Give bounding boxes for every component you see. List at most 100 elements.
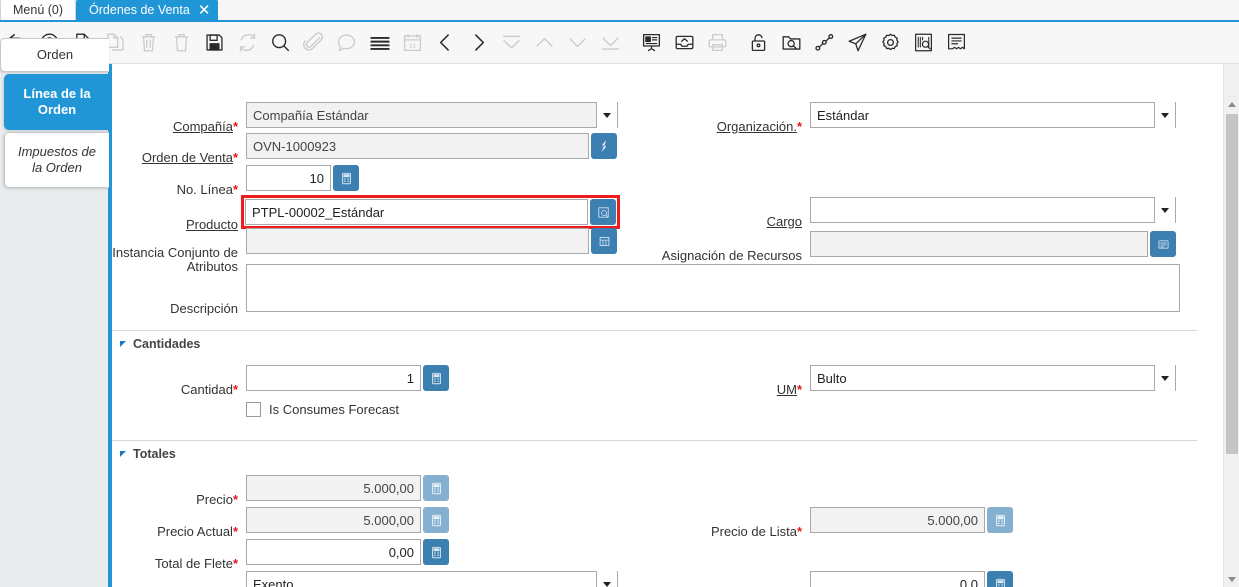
asignacion-de-recursos-input[interactable] <box>810 231 1148 257</box>
producto-input[interactable]: PTPL-00002_Estándar <box>245 199 588 225</box>
cantidad-label: Cantidad* <box>180 381 238 397</box>
calculator-icon[interactable] <box>423 365 449 391</box>
precio-de-lista-input[interactable]: 5.000,00 <box>810 507 985 533</box>
organizacion-label: Organización.* <box>716 118 802 134</box>
prev-record-icon[interactable] <box>429 26 462 60</box>
field-row-descripcion: Descripción <box>112 264 1212 316</box>
product-lookup-icon[interactable] <box>590 199 616 225</box>
zoom-across-icon[interactable] <box>775 26 808 60</box>
calculator-icon[interactable] <box>987 571 1013 587</box>
asignacion-de-recursos-label: Asignación de Recursos <box>661 247 802 263</box>
window-tab-bar: Menú (0) Órdenes de Venta ✕ <box>0 0 1239 22</box>
sidebar-item-impuestos-de-la-orden-label: Impuestos de la Orden <box>17 143 97 175</box>
producto-label: Producto <box>185 216 238 232</box>
field-row-total-de-flete: Total de Flete* 0,00 <box>112 539 642 571</box>
precio-label: Precio* <box>196 491 238 507</box>
chat-icon <box>330 26 363 60</box>
section-divider-cantidades <box>112 330 1197 331</box>
preference-icon[interactable] <box>874 26 907 60</box>
field-row-no-linea: No. Línea* 10 <box>112 165 642 197</box>
precio-input[interactable]: 5.000,00 <box>246 475 421 501</box>
descuento-input[interactable]: 0,0 <box>810 571 985 587</box>
descuento-value: 0,0 <box>959 576 978 587</box>
tab-ordenes-de-venta[interactable]: Órdenes de Venta ✕ <box>76 0 219 20</box>
zoom-record-icon[interactable] <box>591 133 617 159</box>
sidebar-item-orden[interactable]: Orden <box>0 38 109 72</box>
scroll-up-icon[interactable] <box>1224 96 1239 112</box>
no-linea-input[interactable]: 10 <box>246 165 331 191</box>
lock-icon[interactable] <box>742 26 775 60</box>
workflow-icon[interactable] <box>808 26 841 60</box>
instancia-conjunto-atributos-input[interactable] <box>246 228 589 254</box>
record-form: Compañía* Compañía Estándar Organización… <box>112 64 1239 587</box>
field-row-producto: Producto PTPL-00002_Estándar <box>112 195 652 232</box>
last-record-icon <box>594 26 627 60</box>
section-header-totales[interactable]: Totales <box>120 447 176 461</box>
find-icon[interactable] <box>264 26 297 60</box>
precio-actual-value: 5.000,00 <box>363 512 414 528</box>
field-row-impuesto: Impuesto* Exento <box>112 571 642 587</box>
field-row-precio-actual: Precio Actual* 5.000,00 <box>112 507 642 539</box>
field-row-precio-de-lista: Precio de Lista* 5.000,00 <box>642 507 1182 539</box>
calendar-icon: 31 <box>396 26 429 60</box>
field-row-orden-de-venta: Orden de Venta* OVN-1000923 <box>112 133 642 165</box>
section-header-cantidades-label: Cantidades <box>133 337 201 351</box>
impuesto-label: Impuesto* <box>112 571 238 587</box>
archive-icon[interactable] <box>668 26 701 60</box>
precio-de-lista-label: Precio de Lista* <box>710 523 802 539</box>
save-icon[interactable] <box>198 26 231 60</box>
calculator-icon <box>423 507 449 533</box>
cantidad-input[interactable]: 1 <box>246 365 421 391</box>
section-header-cantidades[interactable]: Cantidades <box>120 337 200 351</box>
compania-select[interactable]: Compañía Estándar <box>246 102 618 128</box>
section-divider-totales <box>112 440 1197 441</box>
scrollbar-thumb[interactable] <box>1226 114 1238 454</box>
sidebar-item-impuestos-de-la-orden[interactable]: Impuestos de la Orden <box>4 132 109 188</box>
grid-toggle-icon[interactable] <box>363 26 396 60</box>
descripcion-textarea[interactable] <box>246 264 1180 312</box>
delete-all-icon <box>165 26 198 60</box>
chevron-down-icon[interactable] <box>1154 102 1175 128</box>
close-icon[interactable]: ✕ <box>198 3 211 18</box>
chevron-down-icon[interactable] <box>1154 197 1175 223</box>
chevron-down-icon[interactable] <box>596 102 617 128</box>
precio-de-lista-value: 5.000,00 <box>927 512 978 528</box>
collapse-triangle-icon[interactable] <box>120 341 126 347</box>
impuesto-select[interactable]: Exento <box>246 571 618 587</box>
organizacion-select[interactable]: Estándar <box>810 102 1176 128</box>
total-de-flete-label: Total de Flete* <box>154 555 238 571</box>
invoice-info-icon[interactable] <box>940 26 973 60</box>
precio-actual-input[interactable]: 5.000,00 <box>246 507 421 533</box>
field-row-cargo: Cargo <box>642 197 1182 229</box>
um-select[interactable]: Bulto <box>810 365 1176 391</box>
product-info-icon[interactable] <box>907 26 940 60</box>
chevron-down-icon[interactable] <box>1154 365 1175 391</box>
first-record-icon <box>495 26 528 60</box>
compania-value: Compañía Estándar <box>253 107 369 123</box>
refresh-icon <box>231 26 264 60</box>
field-row-is-consumes-forecast: Is Consumes Forecast <box>246 402 399 417</box>
resource-lookup-icon[interactable] <box>1150 231 1176 257</box>
field-row-descuento: % Descuento 0,0 <box>642 571 1182 587</box>
orden-de-venta-input[interactable]: OVN-1000923 <box>246 133 589 159</box>
cargo-select[interactable] <box>810 197 1176 223</box>
calculator-icon[interactable] <box>333 165 359 191</box>
impuesto-value: Exento <box>253 576 294 587</box>
main-toolbar: 31 <box>0 22 1239 64</box>
calculator-icon[interactable] <box>423 539 449 565</box>
sidebar-item-linea-de-la-orden[interactable]: Línea de la Orden <box>4 74 109 130</box>
tab-menu[interactable]: Menú (0) <box>0 0 77 20</box>
report-icon[interactable] <box>635 26 668 60</box>
calculator-icon <box>987 507 1013 533</box>
attribute-lookup-icon[interactable] <box>591 228 617 254</box>
next-record-icon[interactable] <box>462 26 495 60</box>
total-de-flete-value: 0,00 <box>388 544 414 560</box>
total-de-flete-input[interactable]: 0,00 <box>246 539 421 565</box>
scroll-down-icon[interactable] <box>1224 571 1239 587</box>
is-consumes-forecast-checkbox[interactable] <box>246 402 261 417</box>
vertical-scrollbar[interactable] <box>1223 64 1239 587</box>
collapse-triangle-icon[interactable] <box>120 451 126 457</box>
chevron-down-icon[interactable] <box>596 571 617 587</box>
organizacion-value: Estándar <box>817 107 870 123</box>
send-icon[interactable] <box>841 26 874 60</box>
